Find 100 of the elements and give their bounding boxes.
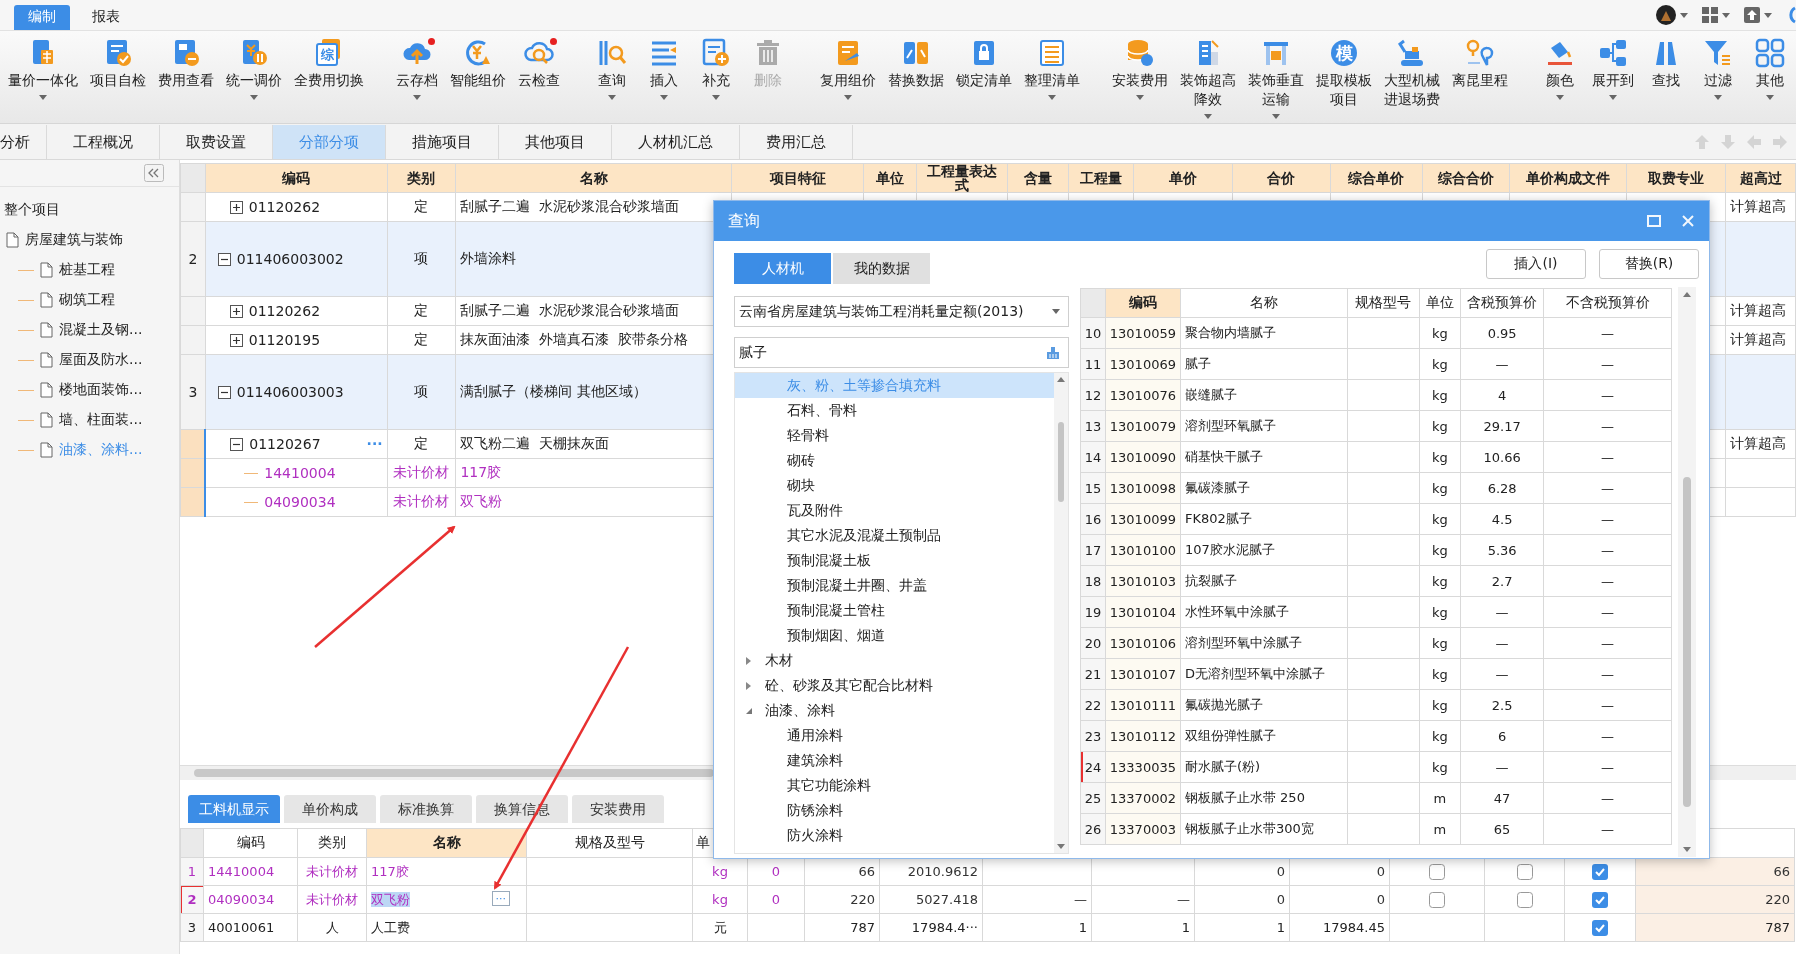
expand-icon[interactable]	[229, 333, 243, 347]
tree-item[interactable]: 屋面及防水...	[59, 351, 143, 369]
caret-icon[interactable]	[39, 95, 47, 100]
maximize-icon[interactable]	[1647, 214, 1661, 228]
column-header[interactable]: 单价	[1133, 163, 1233, 193]
tree-item[interactable]: 油漆、涂料	[765, 701, 835, 720]
caret-icon[interactable]	[1556, 95, 1564, 100]
view-tab[interactable]: 措施项目	[386, 125, 499, 159]
checkbox[interactable]	[1429, 891, 1445, 908]
scroll-down-icon[interactable]	[1057, 844, 1065, 849]
checkbox[interactable]	[1516, 863, 1533, 880]
name-input-field[interactable]: 双飞粉	[371, 890, 410, 909]
caret-icon[interactable]	[1052, 309, 1060, 314]
toolbar-button[interactable]: 安装费用	[1106, 31, 1174, 119]
clear-icon[interactable]	[1046, 345, 1060, 360]
view-tab[interactable]: 人材机汇总	[612, 125, 740, 159]
caret-icon[interactable]	[1680, 12, 1688, 18]
caret-icon[interactable]	[1764, 12, 1772, 18]
checkbox[interactable]	[1429, 863, 1445, 880]
caret-icon[interactable]	[660, 95, 668, 100]
view-tab[interactable]: 分析	[0, 125, 47, 159]
tree-item[interactable]: 通用涂料	[787, 726, 843, 745]
toolbar-button[interactable]: 过滤	[1692, 31, 1744, 100]
view-tab[interactable]: 工程概况	[47, 125, 160, 159]
toolbar-button[interactable]: 大型机械 进退场费	[1378, 31, 1446, 119]
caret-icon[interactable]	[1714, 95, 1722, 100]
toolbar-button[interactable]: 离昆里程	[1446, 31, 1514, 119]
scrollbar-thumb[interactable]	[194, 769, 714, 777]
refresh-icon[interactable]	[1786, 6, 1796, 24]
collapsed-arrow-icon[interactable]	[745, 656, 753, 665]
toolbar-button[interactable]: 其他	[1744, 31, 1796, 100]
toolbar-button[interactable]: 插入	[638, 31, 690, 100]
tree-item[interactable]: 桩基工程	[59, 261, 115, 279]
column-header[interactable]: 单价构成文件	[1509, 163, 1627, 193]
scrollbar-thumb[interactable]	[1058, 422, 1064, 502]
expand-icon[interactable]	[229, 200, 243, 214]
toolbar-button[interactable]: 量价一体化	[2, 31, 84, 100]
expanded-arrow-icon[interactable]	[745, 706, 753, 715]
tree-item[interactable]: 其它水泥及混凝土预制品	[787, 526, 941, 545]
tree-item[interactable]: 预制混凝土板	[787, 551, 871, 570]
toolbar-button[interactable]: 智能组价	[444, 31, 512, 100]
dialog-tab[interactable]: 我的数据	[833, 253, 930, 284]
dialog-button[interactable]: 插入(I)	[1486, 249, 1586, 279]
caret-icon[interactable]	[1766, 95, 1774, 100]
toolbar-button[interactable]: 替换数据	[882, 31, 950, 100]
column-header[interactable]: 名称	[455, 163, 732, 193]
toolbar-button[interactable]: 项目自检	[84, 31, 152, 100]
column-header[interactable]: 项目特征	[731, 163, 864, 193]
panel-tab[interactable]: 单价构成	[284, 795, 376, 823]
column-header[interactable]: 含量	[1007, 163, 1069, 193]
toolbar-button[interactable]: 查询	[586, 31, 638, 100]
checkbox[interactable]	[1516, 891, 1533, 908]
toolbar-button[interactable]: 综 全费用切换	[288, 31, 370, 100]
column-header[interactable]: 编码	[203, 828, 298, 858]
toolbar-button[interactable]: 装饰超高 降效	[1174, 31, 1242, 119]
tree-item[interactable]: 砌块	[787, 476, 815, 495]
scroll-down-icon[interactable]	[1683, 847, 1691, 852]
caret-icon[interactable]	[844, 95, 852, 100]
tree-item[interactable]: 墙、柱面装...	[59, 411, 143, 429]
tree-item[interactable]: 建筑涂料	[787, 751, 843, 770]
tree-item[interactable]: 瓦及附件	[787, 501, 843, 520]
column-header[interactable]: 名称	[1180, 288, 1348, 318]
toolbar-button[interactable]: 模 提取模板 项目	[1310, 31, 1378, 119]
more-button[interactable]: ···	[491, 891, 510, 906]
column-header[interactable]: 单位	[863, 163, 917, 193]
expand-icon[interactable]	[229, 304, 243, 318]
tree-item[interactable]: 其它功能涂料	[787, 776, 871, 795]
caret-icon[interactable]	[1722, 12, 1730, 18]
column-header[interactable]: 编码	[205, 163, 388, 193]
toolbar-button[interactable]: 整理清单	[1018, 31, 1086, 100]
tree-item[interactable]: 防火涂料	[787, 826, 843, 845]
collapse-icon[interactable]	[230, 437, 244, 451]
column-header[interactable]: 类别	[297, 828, 367, 858]
column-header[interactable]: 合价	[1232, 163, 1331, 193]
caret-icon[interactable]	[1048, 95, 1056, 100]
tree-item[interactable]: 石料、骨料	[787, 401, 857, 420]
caret-icon[interactable]	[1204, 114, 1212, 119]
tree-item[interactable]: 轻骨料	[787, 426, 829, 445]
caret-icon[interactable]	[1136, 95, 1144, 100]
collapse-panel-icon[interactable]	[144, 164, 164, 182]
tree-item[interactable]: 预制烟囱、烟道	[787, 626, 885, 645]
caret-icon[interactable]	[712, 95, 720, 100]
tree-item[interactable]: 楼地面装饰...	[59, 381, 143, 399]
tree-item[interactable]: 砼、砂浆及其它配合比材料	[765, 676, 933, 695]
column-header[interactable]: 含税预算价	[1460, 288, 1544, 318]
panel-tab[interactable]: 标准换算	[380, 795, 472, 823]
caret-icon[interactable]	[250, 95, 258, 100]
scrollbar-thumb[interactable]	[1683, 477, 1691, 807]
search-field[interactable]: 腻子	[734, 337, 1069, 368]
tree-item[interactable]: 混凝土及钢...	[59, 321, 143, 339]
column-header[interactable]: 综合单价	[1330, 163, 1423, 193]
tree-item[interactable]: 砌砖	[787, 451, 815, 470]
caret-icon[interactable]	[1272, 114, 1280, 119]
toolbar-button[interactable]: 展开到	[1586, 31, 1640, 100]
collapse-icon[interactable]	[217, 252, 231, 266]
column-header[interactable]: 超高过	[1725, 163, 1796, 193]
toolbar-button[interactable]: 费用查看	[152, 31, 220, 100]
toolbar-button[interactable]: 统一调价	[220, 31, 288, 100]
column-header[interactable]: 取费专业	[1626, 163, 1726, 193]
column-header[interactable]: 名称	[366, 828, 527, 858]
